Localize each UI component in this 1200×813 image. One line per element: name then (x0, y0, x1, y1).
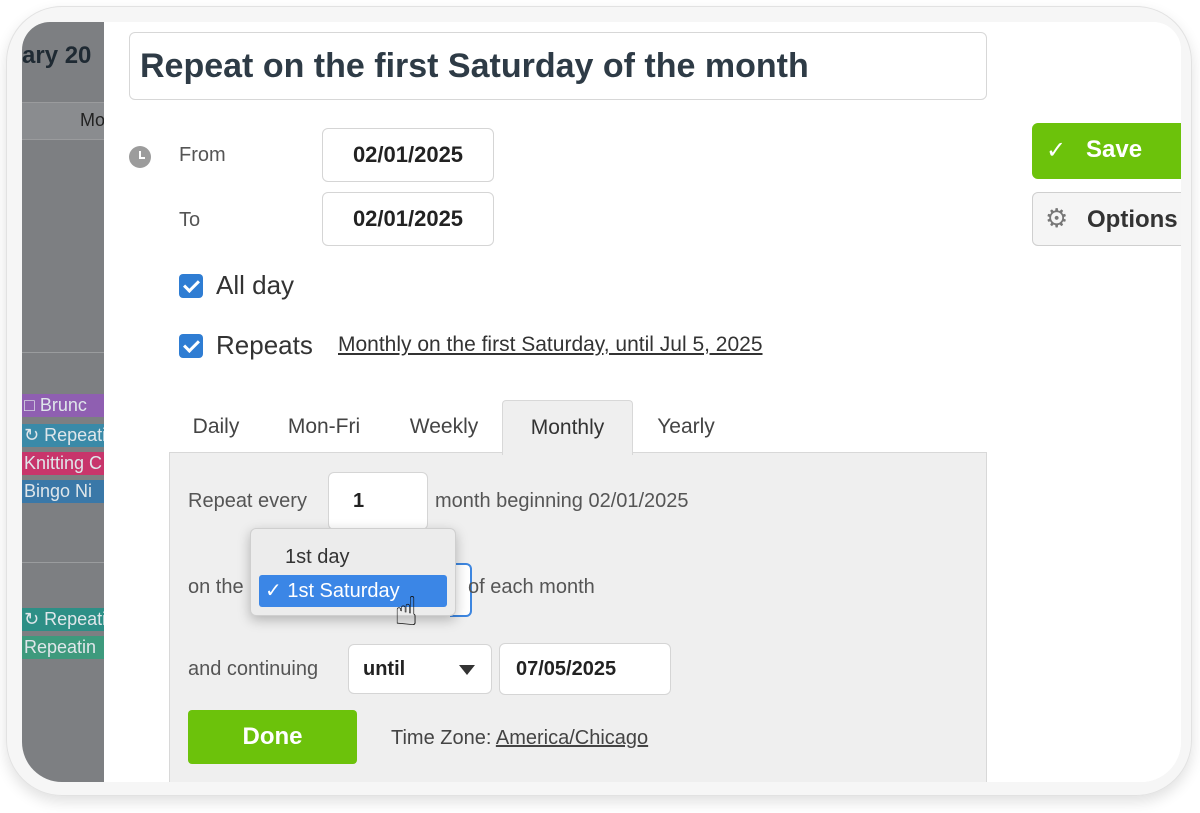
options-button[interactable]: ⚙ Options (1032, 192, 1181, 246)
chevron-down-icon (459, 665, 475, 675)
calendar-event[interactable]: ↻ Repeatin (22, 608, 104, 631)
event-title-field[interactable]: Repeat on the first Saturday of the mont… (129, 32, 987, 100)
tablet-frame: ary 20 Mo □ Brunc ↻ Repeatin Knitting C … (6, 6, 1192, 796)
calendar-day-label: Mo (80, 110, 104, 130)
repeat-every-label: Repeat every (188, 490, 307, 512)
calendar-event-label: Bingo Ni (24, 481, 93, 501)
from-date-value: 02/01/2025 (352, 142, 464, 167)
all-day-checkbox[interactable] (179, 274, 203, 298)
hand-pointer-icon: ☝ (394, 590, 419, 634)
calendar-event-label: ↻ Repeatin (24, 609, 104, 629)
dropdown-option-selected[interactable]: ✓ 1st Saturday (259, 575, 447, 607)
calendar-event-label: ↻ Repeatin (24, 425, 104, 445)
beginning-text: month beginning 02/01/2025 (435, 490, 689, 512)
repeats-checkbox[interactable] (179, 334, 203, 358)
interval-input[interactable]: 1 (328, 472, 428, 530)
to-label: To (179, 209, 201, 231)
calendar-event-label: Repeatin (24, 637, 97, 657)
continuing-label: and continuing (188, 658, 319, 680)
to-date-value: 02/01/2025 (352, 206, 464, 231)
gear-icon: ⚙ (1045, 203, 1069, 233)
clock-icon (129, 146, 151, 168)
calendar-event-label: Knitting C (24, 453, 103, 473)
tab-yearly[interactable]: Yearly (640, 401, 732, 453)
repeats-label: Repeats (216, 330, 313, 360)
interval-value: 1 (353, 489, 365, 512)
end-mode-select[interactable]: until (348, 644, 492, 694)
calendar-event[interactable]: Knitting C (22, 452, 104, 475)
event-editor: Repeat on the first Saturday of the mont… (104, 22, 1181, 782)
end-mode-value: until (363, 658, 406, 680)
tab-daily[interactable]: Daily (178, 401, 254, 453)
calendar-month-title: ary 20 (22, 42, 92, 69)
to-date-input[interactable]: 02/01/2025 (322, 192, 494, 246)
end-date-value: 07/05/2025 (516, 657, 617, 680)
check-icon: ✓ (1046, 137, 1067, 164)
done-button[interactable]: Done (188, 710, 357, 764)
calendar-event[interactable]: Bingo Ni (22, 480, 104, 503)
calendar-event[interactable]: □ Brunc (22, 394, 104, 417)
calendar-event-label: □ Brunc (24, 395, 87, 415)
timezone-label: Time Zone: (391, 727, 492, 749)
background-calendar: ary 20 Mo □ Brunc ↻ Repeatin Knitting C … (22, 22, 104, 782)
timezone-row: Time Zone: America/Chicago (391, 727, 648, 750)
all-day-label: All day (216, 270, 295, 300)
calendar-divider (22, 562, 104, 563)
each-month-label: of each month (468, 576, 595, 598)
calendar-event[interactable]: Repeatin (22, 636, 104, 659)
dropdown-option[interactable]: 1st day (259, 541, 447, 573)
tab-mon-fri[interactable]: Mon-Fri (276, 401, 372, 453)
timezone-link[interactable]: America/Chicago (496, 727, 648, 749)
from-label: From (179, 144, 226, 166)
tab-weekly[interactable]: Weekly (396, 401, 492, 453)
from-date-input[interactable]: 02/01/2025 (322, 128, 494, 182)
end-date-input[interactable]: 07/05/2025 (499, 643, 671, 695)
save-button[interactable]: ✓ Save (1032, 123, 1181, 179)
save-label: Save (1086, 136, 1143, 163)
calendar-event[interactable]: ↻ Repeatin (22, 424, 104, 447)
screen: ary 20 Mo □ Brunc ↻ Repeatin Knitting C … (22, 22, 1181, 782)
options-label: Options (1087, 206, 1178, 233)
on-the-dropdown-menu: 1st day ✓ 1st Saturday (250, 528, 456, 616)
tab-monthly[interactable]: Monthly (502, 400, 633, 455)
event-title: Repeat on the first Saturday of the mont… (140, 47, 809, 85)
calendar-divider (22, 352, 104, 353)
repeat-summary-link[interactable]: Monthly on the first Saturday, until Jul… (338, 333, 763, 357)
on-the-label: on the (188, 576, 244, 598)
